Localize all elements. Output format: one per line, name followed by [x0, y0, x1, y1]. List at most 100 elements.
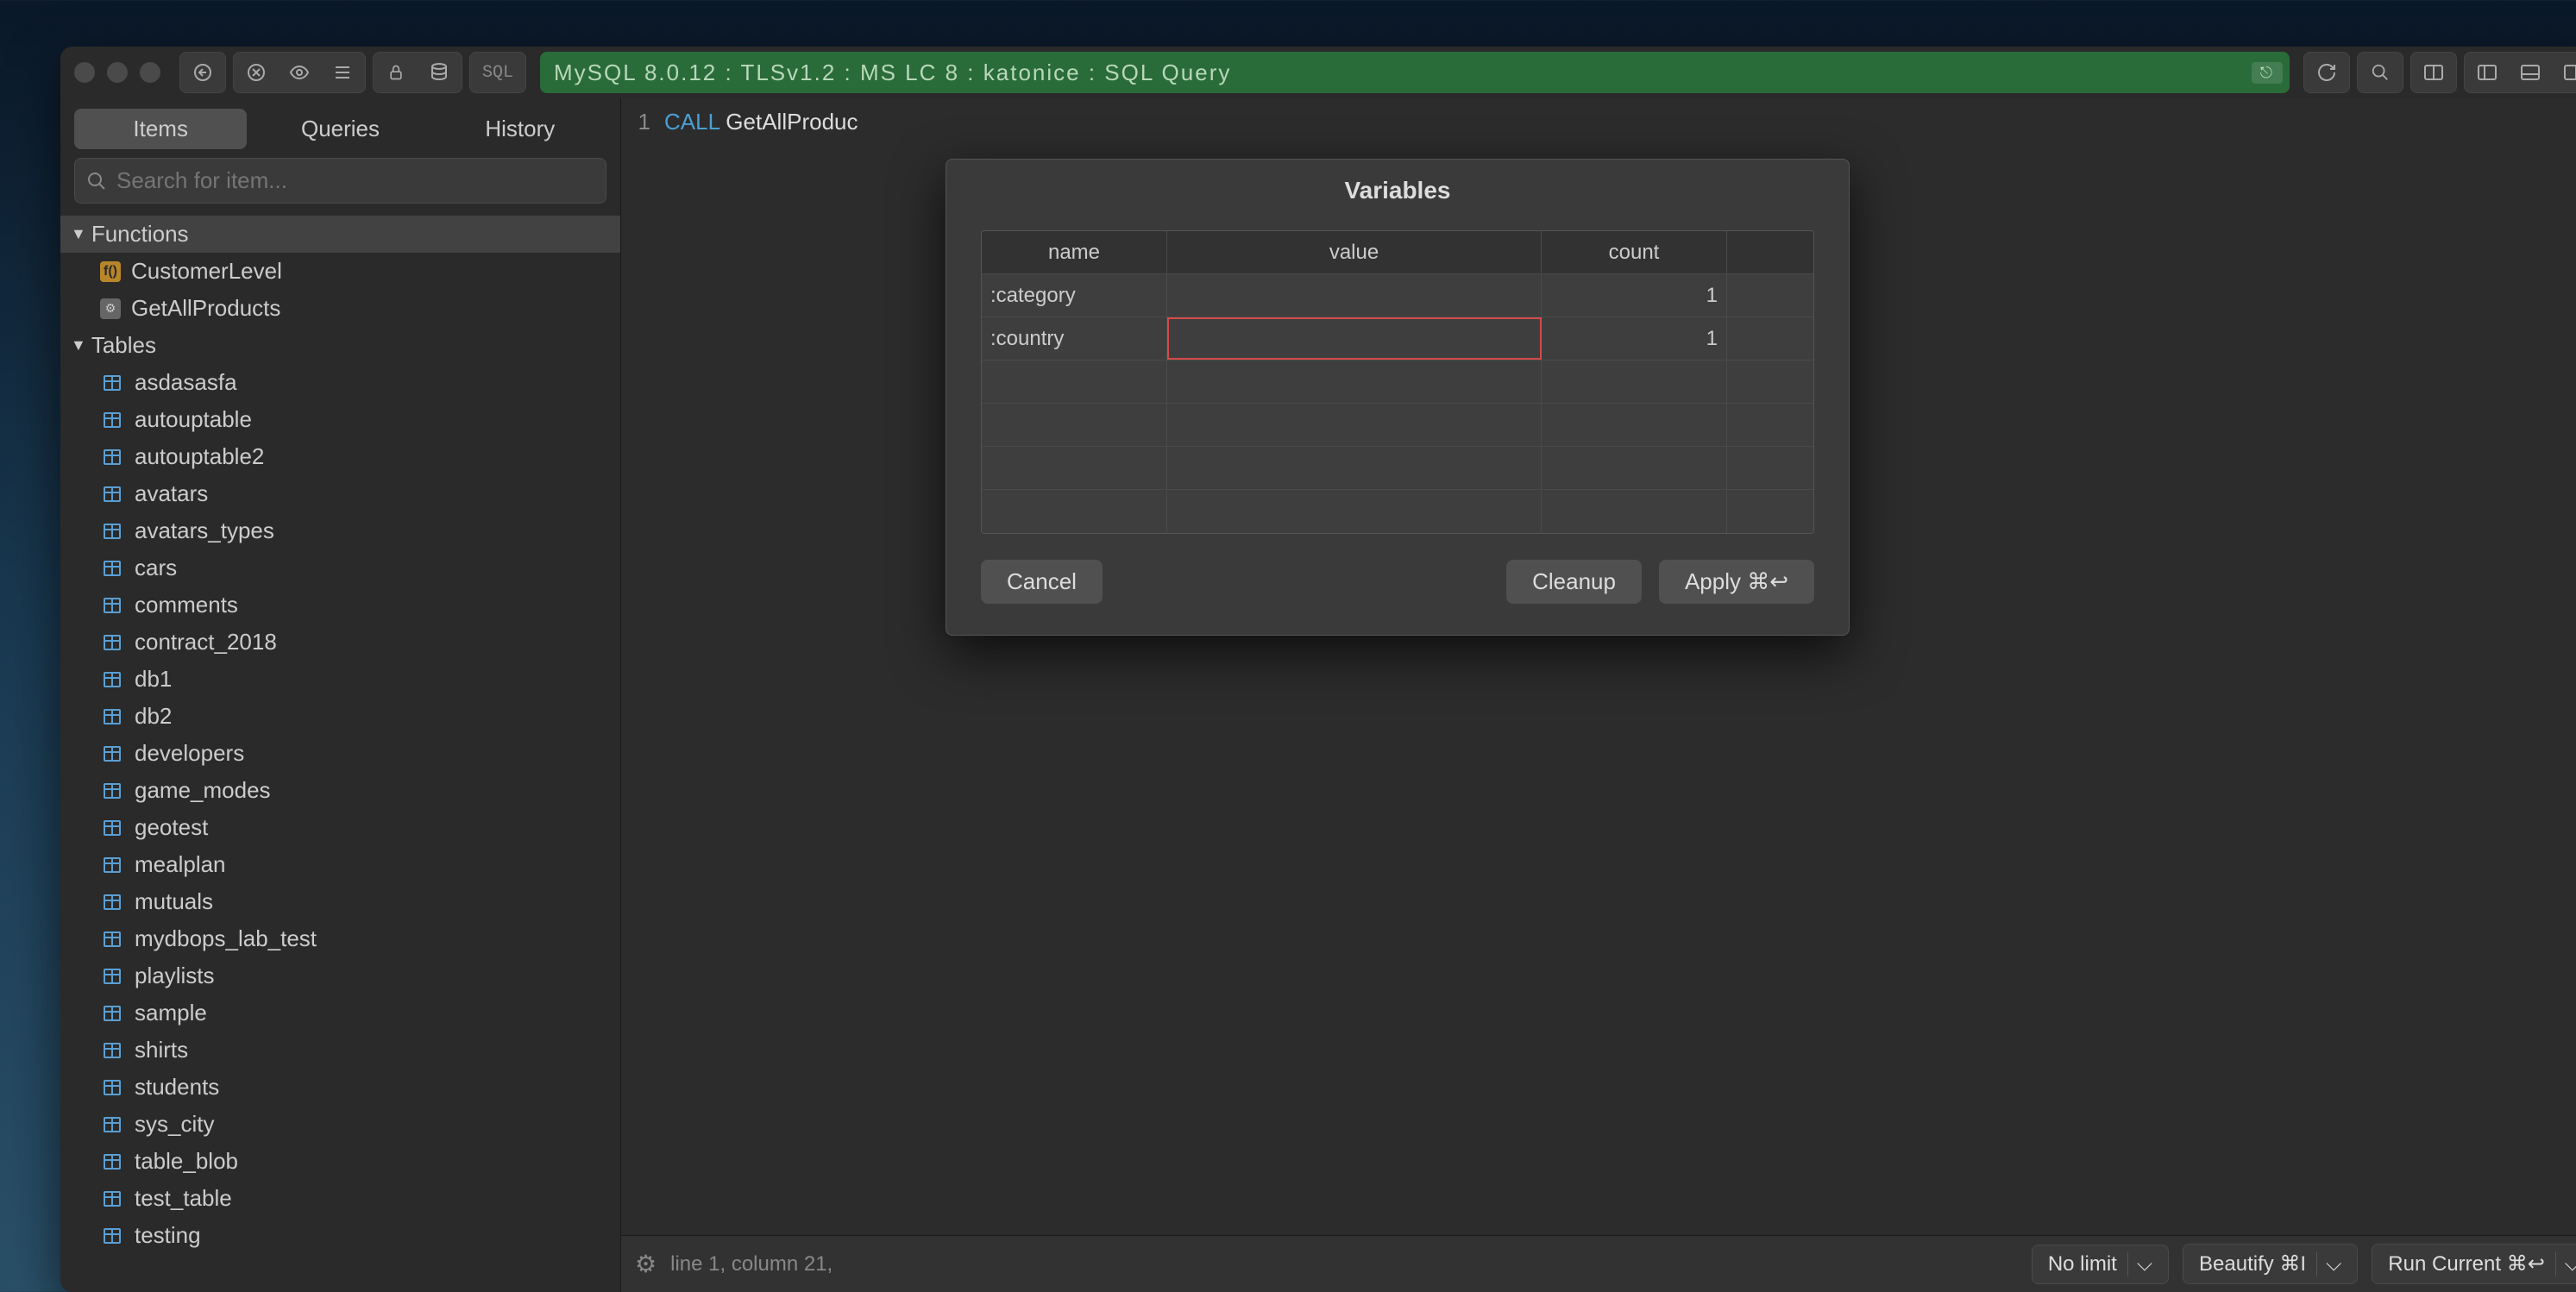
sidebar-item-comments[interactable]: comments [60, 586, 620, 624]
group-functions[interactable]: ▼ Functions [60, 216, 620, 253]
var-name-cell[interactable] [982, 447, 1167, 489]
line-gutter: 1 [621, 98, 659, 1235]
cancel-button[interactable]: Cancel [981, 560, 1103, 604]
refresh-button[interactable] [2308, 55, 2346, 90]
table-row [982, 447, 1813, 490]
database-button[interactable] [420, 55, 458, 90]
minimize-window[interactable] [107, 62, 128, 83]
tree-item-label: test_table [135, 1185, 232, 1212]
sidebar-item-testing[interactable]: testing [60, 1217, 620, 1254]
app-window: SQL MySQL 8.0.12 : TLSv1.2 : MS LC 8 : k… [60, 47, 2576, 1292]
apply-button[interactable]: Apply ⌘↩ [1659, 560, 1814, 604]
run-button[interactable]: Run Current ⌘↩⌵ [2372, 1244, 2576, 1284]
cleanup-button[interactable]: Cleanup [1506, 560, 1642, 604]
sidebar-item-autouptable[interactable]: autouptable [60, 401, 620, 438]
var-name-cell[interactable]: :country [982, 317, 1167, 360]
sidebar-item-db1[interactable]: db1 [60, 661, 620, 698]
sidebar-item-sys_city[interactable]: sys_city [60, 1106, 620, 1143]
tree-item-label: db1 [135, 666, 172, 693]
var-value-cell[interactable] [1167, 274, 1542, 317]
var-ctrl-cell [1727, 317, 1813, 360]
cursor-position: line 1, column 21, [670, 1252, 832, 1276]
limit-button[interactable]: No limit⌵ [2032, 1245, 2169, 1284]
tab-queries[interactable]: Queries [254, 109, 426, 149]
var-value-cell[interactable] [1167, 447, 1542, 489]
sidebar-item-avatars_types[interactable]: avatars_types [60, 512, 620, 549]
tab-items[interactable]: Items [74, 109, 247, 149]
var-value-cell[interactable] [1167, 490, 1542, 533]
tree-item-label: avatars_types [135, 517, 274, 544]
sidebar-item-table_blob[interactable]: table_blob [60, 1143, 620, 1180]
var-ctrl-cell [1727, 404, 1813, 446]
search-input[interactable] [74, 158, 606, 204]
sql-label: SQL [469, 52, 526, 93]
table-icon [100, 1150, 124, 1174]
table-row: :country1 [982, 317, 1813, 361]
tree-item-label: contract_2018 [135, 629, 277, 655]
sidebar-item-db2[interactable]: db2 [60, 698, 620, 735]
connection-string: MySQL 8.0.12 : TLSv1.2 : MS LC 8 : katon… [554, 60, 1231, 86]
sidebar-item-cars[interactable]: cars [60, 549, 620, 586]
var-value-cell[interactable] [1167, 361, 1542, 403]
sidebar-item-playlists[interactable]: playlists [60, 957, 620, 994]
tree-item-label: testing [135, 1222, 201, 1249]
table-icon [100, 1187, 124, 1211]
tree-item-label: mydbops_lab_test [135, 925, 317, 952]
tab-history[interactable]: History [434, 109, 606, 149]
sidebar-item-sample[interactable]: sample [60, 994, 620, 1032]
maximize-window[interactable] [140, 62, 160, 83]
tree-item-label: playlists [135, 963, 214, 989]
chevron-down-icon: ⌵ [2316, 1252, 2341, 1276]
sidebar-item-asdasasfa[interactable]: asdasasfa [60, 364, 620, 401]
sidebar-item-autouptable2[interactable]: autouptable2 [60, 438, 620, 475]
table-icon [100, 927, 124, 951]
table-icon [100, 593, 124, 618]
layout-bottom-button[interactable] [2511, 55, 2549, 90]
sidebar-item-customerlevel[interactable]: f()CustomerLevel [60, 253, 620, 290]
sidebar-item-mydbops_lab_test[interactable]: mydbops_lab_test [60, 920, 620, 957]
sidebar-item-students[interactable]: students [60, 1069, 620, 1106]
gear-icon[interactable]: ⚙ [635, 1250, 657, 1278]
disclosure-icon: ▼ [71, 336, 86, 354]
var-value-cell[interactable] [1167, 317, 1542, 360]
refresh-group [2303, 52, 2350, 93]
list-button[interactable] [324, 55, 361, 90]
sidebar-item-test_table[interactable]: test_table [60, 1180, 620, 1217]
sidebar-item-geotest[interactable]: geotest [60, 809, 620, 846]
var-value-cell[interactable] [1167, 404, 1542, 446]
var-name-cell[interactable] [982, 404, 1167, 446]
lock-button[interactable] [377, 55, 415, 90]
table-row: :category1 [982, 274, 1813, 317]
table-icon [100, 1076, 124, 1100]
sidebar-item-mutuals[interactable]: mutuals [60, 883, 620, 920]
table-icon [100, 1224, 124, 1248]
sidebar-item-mealplan[interactable]: mealplan [60, 846, 620, 883]
var-name-cell[interactable] [982, 361, 1167, 403]
close-window[interactable] [74, 62, 95, 83]
tree-item-label: asdasasfa [135, 369, 237, 396]
stop-button[interactable] [237, 55, 275, 90]
table-icon [100, 371, 124, 395]
layout-right-button[interactable] [2554, 55, 2576, 90]
beautify-button[interactable]: Beautify ⌘I⌵ [2183, 1244, 2358, 1284]
titlebar: SQL MySQL 8.0.12 : TLSv1.2 : MS LC 8 : k… [60, 47, 2576, 98]
var-name-cell[interactable] [982, 490, 1167, 533]
sidebar-item-avatars[interactable]: avatars [60, 475, 620, 512]
search-wrap [60, 158, 620, 212]
sidebar-item-shirts[interactable]: shirts [60, 1032, 620, 1069]
split-button[interactable] [2415, 55, 2453, 90]
connection-bar[interactable]: MySQL 8.0.12 : TLSv1.2 : MS LC 8 : katon… [540, 52, 2290, 93]
sidebar-item-getallproducts[interactable]: ⚙GetAllProducts [60, 290, 620, 327]
preview-button[interactable] [280, 55, 318, 90]
sidebar-item-contract_2018[interactable]: contract_2018 [60, 624, 620, 661]
back-button[interactable] [184, 55, 222, 90]
tree-item-label: autouptable [135, 406, 252, 433]
sidebar-item-developers[interactable]: developers [60, 735, 620, 772]
var-name-cell[interactable]: :category [982, 274, 1167, 317]
col-name: name [982, 231, 1167, 273]
layout-left-button[interactable] [2468, 55, 2506, 90]
group-tables[interactable]: ▼ Tables [60, 327, 620, 364]
table-icon [100, 1038, 124, 1063]
global-search-button[interactable] [2361, 55, 2399, 90]
sidebar-item-game_modes[interactable]: game_modes [60, 772, 620, 809]
